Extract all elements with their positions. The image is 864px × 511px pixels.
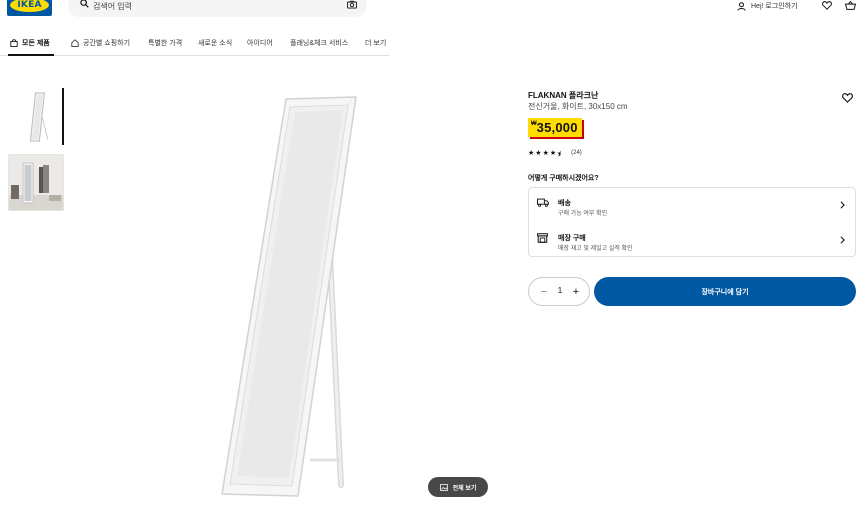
review-count: (24)	[571, 150, 582, 156]
user-icon	[737, 1, 746, 11]
top-bar: IKEA 검색어 입력 Hej! 로그인하기	[0, 0, 864, 26]
delivery-subtitle: 구매 가능 여부 확인	[558, 211, 608, 217]
price-value: 35,000	[536, 120, 578, 135]
home-icon	[71, 39, 79, 47]
chevron-right-icon	[840, 236, 845, 244]
rating[interactable]: ★ ★ ★ ★ (24)	[528, 149, 582, 157]
search-input[interactable]: 검색어 입력	[68, 0, 367, 17]
nav-item-rooms[interactable]: 공간별 쇼핑하기	[71, 38, 130, 48]
camera-icon[interactable]	[347, 0, 357, 9]
logo-oval: IKEA	[10, 0, 49, 12]
nav-item-special-price[interactable]: 특별한 가격	[148, 38, 182, 48]
login-label: Hej! 로그인하기	[751, 3, 798, 10]
nav-item-ideas[interactable]: 아이디어	[247, 38, 273, 48]
half-star-icon	[557, 149, 561, 157]
truck-icon	[537, 198, 549, 207]
price-tag: ₩ 35,000	[528, 118, 582, 137]
ikea-logo[interactable]: IKEA	[7, 0, 52, 16]
increase-quantity-button[interactable]: +	[569, 285, 583, 299]
logo-text: IKEA	[17, 0, 42, 10]
nav-item-more[interactable]: 더 보기	[365, 38, 386, 48]
store-option[interactable]: 매장 구매 매장 재고 및 제일고 실적 확인	[529, 223, 855, 258]
store-subtitle: 매장 재고 및 제일고 실적 확인	[558, 246, 633, 252]
favorites-icon[interactable]	[822, 1, 832, 10]
purchase-method-heading: 어떻게 구매하시겠어요?	[528, 175, 599, 182]
quantity-stepper: − 1 +	[528, 277, 590, 306]
mirror-thumbnail-image	[29, 92, 49, 142]
full-view-label: 전체 보기	[452, 485, 477, 492]
nav-active-indicator	[8, 54, 54, 56]
cart-icon[interactable]	[845, 1, 856, 10]
product-description: 전신거울, 화이트, 30x150 cm	[528, 102, 628, 111]
star-icon: ★	[549, 150, 557, 157]
quantity-value[interactable]: 1	[554, 286, 566, 295]
nav-item-all-products[interactable]: 모든 제품	[10, 38, 50, 48]
login-link[interactable]: Hej! 로그인하기	[737, 1, 798, 11]
purchase-options: 배송 구매 가능 여부 확인 매장 구매 매장 재고 및 제일고 실적 확인	[528, 187, 856, 257]
image-gallery-icon	[439, 483, 448, 491]
nav-item-new[interactable]: 새로운 소식	[198, 38, 232, 48]
nav-label: 공간별 쇼핑하기	[83, 40, 131, 47]
store-title: 매장 구매	[558, 235, 586, 242]
star-icon: ★	[528, 150, 535, 157]
shopping-bag-icon	[10, 39, 18, 47]
delivery-option[interactable]: 배송 구매 가능 여부 확인	[529, 188, 855, 223]
nav-label: 아이디어	[247, 40, 273, 47]
thumbnail-room[interactable]	[8, 154, 64, 211]
nav-label: 더 보기	[365, 40, 387, 47]
room-thumbnail-image	[9, 155, 63, 210]
add-to-favorites-icon[interactable]	[842, 93, 853, 103]
thumbnail-mirror[interactable]	[8, 88, 64, 145]
chevron-right-icon	[840, 201, 845, 209]
nav-label: 플래닝&체크 서비스	[290, 40, 349, 47]
category-nav: 모든 제품 공간별 쇼핑하기 특별한 가격 새로운 소식 아이디어 플래닝&체크…	[0, 33, 389, 56]
nav-label: 새로운 소식	[198, 40, 233, 47]
main-product-image	[221, 96, 357, 497]
nav-item-planning[interactable]: 플래닝&체크 서비스	[290, 38, 348, 48]
store-icon	[537, 233, 548, 243]
product-name: FLAKNAN 플라크난	[528, 91, 599, 100]
star-icon: ★	[535, 150, 542, 157]
full-view-button[interactable]: 전체 보기	[428, 477, 488, 497]
delivery-title: 배송	[558, 200, 571, 207]
add-to-cart-button[interactable]: 장바구니에 담기	[594, 277, 856, 306]
nav-label: 모든 제품	[22, 40, 50, 47]
search-icon	[80, 0, 89, 8]
nav-label: 특별한 가격	[148, 40, 183, 47]
search-placeholder: 검색어 입력	[93, 2, 133, 11]
star-icon: ★	[542, 150, 549, 157]
decrease-quantity-button[interactable]: −	[537, 285, 551, 299]
